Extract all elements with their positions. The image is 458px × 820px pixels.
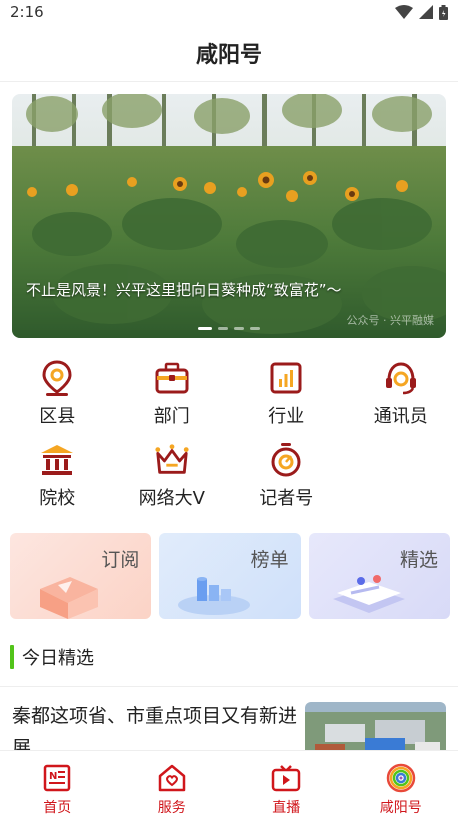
category-label: 区县 — [39, 406, 76, 427]
battery-icon — [439, 4, 448, 20]
subscribe-tile[interactable]: 订阅 — [10, 533, 152, 619]
headset-icon — [383, 360, 419, 396]
app-header: 咸阳号 — [0, 24, 458, 82]
category-industry[interactable]: 行业 — [229, 356, 344, 438]
tv-icon — [271, 763, 301, 793]
ranking-tile[interactable]: 榜单 — [159, 533, 301, 619]
category-correspondent[interactable]: 通讯员 — [344, 356, 458, 438]
crown-icon — [154, 442, 190, 478]
category-row: 院校 网络大V 记者号 — [0, 438, 458, 520]
bottom-tab-bar: N 首页 服务 直播 咸阳号 — [0, 750, 458, 820]
subscribe-label: 订阅 — [101, 549, 140, 571]
carousel-dot[interactable] — [234, 327, 244, 330]
institution-icon — [39, 442, 75, 478]
newspaper-icon: N — [42, 763, 72, 793]
status-time: 2:16 — [10, 3, 44, 21]
signal-icon — [419, 5, 433, 19]
category-district[interactable]: 区县 — [0, 356, 115, 438]
category-label: 行业 — [268, 406, 305, 427]
status-icons — [395, 4, 448, 20]
divider — [0, 686, 458, 687]
page-title: 咸阳号 — [195, 42, 262, 68]
subscribe-illustration-icon — [40, 577, 98, 619]
briefcase-icon — [154, 360, 190, 396]
featured-tile[interactable]: 精选 — [308, 533, 450, 619]
tab-services[interactable]: 服务 — [115, 751, 230, 820]
category-label: 院校 — [39, 488, 76, 509]
carousel-indicator — [12, 327, 446, 330]
carousel-dot[interactable] — [198, 327, 212, 330]
category-label: 网络大V — [138, 488, 205, 509]
carousel-dot[interactable] — [218, 327, 228, 330]
section-title: 今日精选 — [22, 648, 94, 669]
category-row: 区县 部门 行业 通讯员 — [0, 356, 458, 438]
bar-chart-icon — [268, 360, 304, 396]
category-grid: 区县 部门 行业 通讯员 院校 网络大V 记者号 — [0, 356, 458, 520]
heart-house-icon — [157, 763, 187, 793]
category-label: 记者号 — [259, 488, 314, 509]
ranking-illustration-icon — [178, 577, 251, 615]
banner-watermark: 公众号 · 兴平融媒 — [346, 314, 435, 327]
feature-tiles: 订阅 榜单 精选 — [10, 533, 450, 619]
ranking-label: 榜单 — [250, 549, 289, 571]
featured-label: 精选 — [399, 549, 438, 571]
category-department[interactable]: 部门 — [115, 356, 230, 438]
tab-home[interactable]: N 首页 — [0, 751, 115, 820]
category-college[interactable]: 院校 — [0, 438, 115, 520]
featured-illustration-icon — [332, 575, 405, 613]
section-header: 今日精选 — [10, 645, 94, 669]
section-accent-bar — [10, 645, 14, 669]
category-reporter[interactable]: 记者号 — [229, 438, 344, 520]
svg-text:N: N — [49, 771, 57, 782]
category-influencer[interactable]: 网络大V — [115, 438, 230, 520]
tab-label: 直播 — [272, 800, 301, 816]
location-pin-icon — [39, 360, 75, 396]
rainbow-logo-icon — [386, 763, 416, 793]
category-label: 部门 — [153, 406, 190, 427]
wifi-icon — [395, 5, 413, 19]
tab-live[interactable]: 直播 — [229, 751, 344, 820]
category-label: 通讯员 — [373, 406, 428, 427]
tab-label: 首页 — [43, 800, 72, 816]
status-bar: 2:16 — [0, 0, 458, 24]
tab-xianyanghao[interactable]: 咸阳号 — [344, 751, 458, 820]
banner-caption[interactable]: 不止是风景！兴平这里把向日葵种成“致富花”～ — [26, 279, 436, 300]
tab-label: 服务 — [157, 800, 186, 816]
carousel-dot[interactable] — [250, 327, 260, 330]
tab-label: 咸阳号 — [379, 800, 422, 816]
banner-carousel[interactable]: 不止是风景！兴平这里把向日葵种成“致富花”～ 公众号 · 兴平融媒 — [12, 94, 446, 338]
banner-image — [12, 94, 446, 338]
stopwatch-icon — [268, 442, 304, 478]
